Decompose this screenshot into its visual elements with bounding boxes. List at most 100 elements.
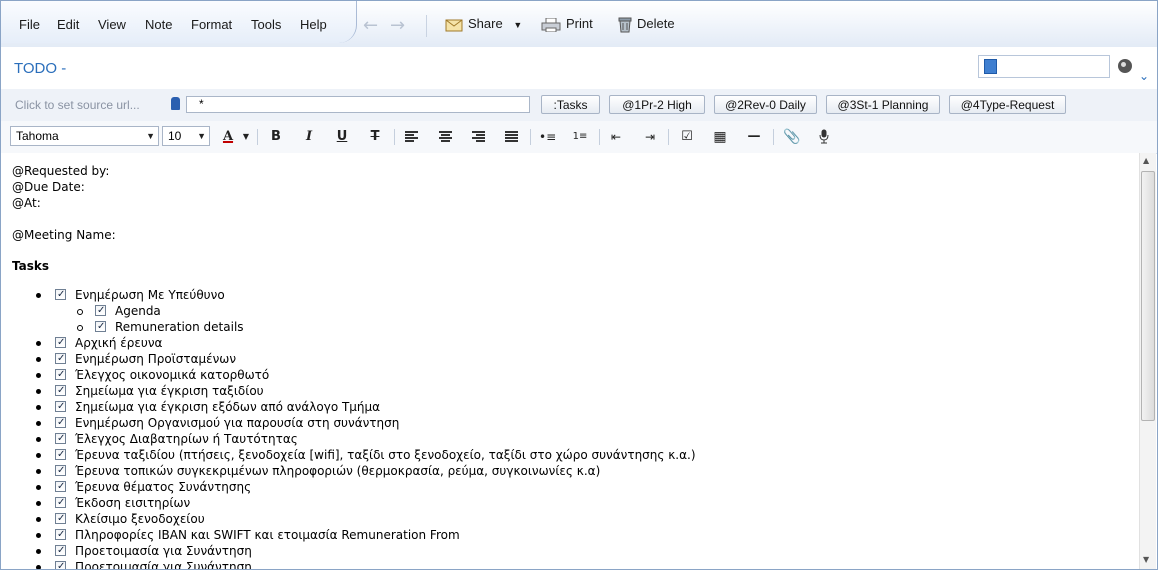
forward-arrow-icon[interactable]: → [390, 15, 405, 36]
menu-tools[interactable]: Tools [251, 17, 281, 32]
font-family-select[interactable]: Tahoma ▼ [10, 126, 159, 146]
tag-button-priority[interactable]: @1Pr-2 High [609, 95, 705, 114]
task-checkbox[interactable] [55, 351, 66, 367]
horizontal-rule-icon[interactable]: — [746, 129, 762, 145]
checkbox-icon[interactable]: ☑ [679, 129, 695, 145]
chevron-down-icon: ▼ [197, 131, 206, 141]
menu-file[interactable]: File [19, 17, 40, 32]
tag-button-review[interactable]: @2Rev-0 Daily [714, 95, 817, 114]
tag-button-tasks[interactable]: :Tasks [541, 95, 600, 114]
font-color-dropdown-icon[interactable]: ▼ [238, 129, 254, 145]
task-checkbox[interactable] [55, 511, 66, 527]
source-url-field[interactable]: Click to set source url... [15, 98, 140, 112]
toolbar-divider [599, 129, 600, 145]
font-size-select[interactable]: 10 ▼ [162, 126, 210, 146]
delete-label: Delete [637, 16, 675, 31]
task-text: Έλεγχος οικονομικά κατορθωτό [75, 368, 270, 382]
attachment-icon[interactable]: 📎 [783, 129, 800, 145]
task-text: Έρευνα θέματος Συνάντησης [75, 480, 252, 494]
task-checkbox[interactable] [55, 287, 66, 303]
task-text: Προετοιμασία για Συνάντηση [75, 560, 252, 569]
bold-icon[interactable]: B [268, 129, 284, 145]
task-checkbox[interactable] [55, 495, 66, 511]
strikethrough-icon[interactable]: T [367, 129, 383, 145]
font-family-value: Tahoma [16, 129, 59, 143]
share-button[interactable]: Share ▼ [445, 16, 522, 32]
task-checkbox[interactable] [55, 335, 66, 351]
bullet-icon [36, 405, 41, 410]
note-editor[interactable]: @Requested by: @Due Date: @At: @Meeting … [1, 153, 1139, 569]
note-title[interactable]: TODO - [14, 60, 66, 77]
task-checkbox[interactable] [95, 319, 106, 335]
bullet-icon [36, 341, 41, 346]
sub-bullet-icon [77, 325, 83, 331]
microphone-glyph [819, 129, 829, 144]
task-checkbox[interactable] [55, 431, 66, 447]
scroll-down-icon[interactable]: ▼ [1143, 555, 1149, 564]
outdent-icon[interactable]: ⇤ [608, 129, 624, 145]
menu-help[interactable]: Help [300, 17, 327, 32]
task-checkbox[interactable] [55, 463, 66, 479]
vertical-scrollbar[interactable]: ▲ ▼ [1139, 153, 1156, 569]
back-arrow-icon[interactable]: ← [363, 15, 378, 36]
bullet-icon [36, 485, 41, 490]
menu-format[interactable]: Format [191, 17, 232, 32]
notebook-icon [984, 59, 997, 74]
task-checkbox[interactable] [55, 415, 66, 431]
chevron-down-icon[interactable]: ⌄ [1139, 69, 1149, 83]
format-toolbar: Tahoma ▼ 10 ▼ A ▼ B I U T •≡ 1≡ ⇤ ⇥ ☑ ▦ … [1, 121, 1157, 154]
envelope-icon [445, 19, 463, 32]
toolbar-divider [394, 129, 395, 145]
align-center-icon[interactable] [439, 131, 452, 142]
task-checkbox[interactable] [55, 559, 66, 569]
bullet-icon [36, 421, 41, 426]
italic-icon[interactable]: I [301, 129, 317, 145]
bullet-list-icon[interactable]: •≡ [539, 129, 556, 145]
microphone-icon[interactable] [816, 129, 832, 145]
print-label: Print [566, 16, 593, 31]
table-icon[interactable]: ▦ [712, 129, 728, 145]
scrollbar-thumb[interactable] [1141, 171, 1155, 421]
sub-bullet-icon [77, 309, 83, 315]
align-left-icon[interactable] [405, 131, 418, 142]
justify-icon[interactable] [505, 131, 518, 142]
task-text: Έλεγχος Διαβατηρίων ή Ταυτότητας [75, 432, 298, 446]
task-checkbox[interactable] [55, 543, 66, 559]
printer-icon [541, 17, 561, 32]
chevron-down-icon: ▼ [146, 131, 155, 141]
meta-at: @At: [12, 196, 41, 210]
tag-icon [171, 97, 180, 110]
task-text: Ενημέρωση Οργανισμού για παρουσία στη συ… [75, 416, 400, 430]
menu-edit[interactable]: Edit [57, 17, 79, 32]
task-checkbox[interactable] [55, 527, 66, 543]
menu-view[interactable]: View [98, 17, 126, 32]
indent-icon[interactable]: ⇥ [642, 129, 658, 145]
tag-button-status[interactable]: @3St-1 Planning [826, 95, 940, 114]
toolbar-divider [257, 129, 258, 145]
tags-input[interactable]: * [186, 96, 530, 113]
task-text: Έρευνα ταξιδίου (πτήσεις, ξενοδοχεία [wi… [75, 448, 696, 462]
font-color-icon[interactable]: A [220, 129, 236, 145]
task-checkbox[interactable] [55, 447, 66, 463]
align-right-icon[interactable] [472, 131, 485, 142]
tag-button-type[interactable]: @4Type-Request [949, 95, 1066, 114]
task-checkbox[interactable] [55, 479, 66, 495]
print-button[interactable]: Print [541, 16, 593, 32]
share-dropdown-icon[interactable]: ▼ [513, 20, 522, 30]
toolbar-divider [668, 129, 669, 145]
numbered-list-icon[interactable]: 1≡ [572, 129, 588, 145]
meta-due-date: @Due Date: [12, 180, 85, 194]
meta-requested-by: @Requested by: [12, 164, 110, 178]
underline-icon[interactable]: U [334, 129, 350, 145]
notebook-selector[interactable] [978, 55, 1110, 78]
task-checkbox[interactable] [55, 399, 66, 415]
task-text: Agenda [115, 304, 161, 318]
menu-note[interactable]: Note [145, 17, 172, 32]
task-checkbox[interactable] [55, 383, 66, 399]
task-checkbox[interactable] [55, 367, 66, 383]
scroll-up-icon[interactable]: ▲ [1143, 156, 1149, 165]
meta-meeting-name: @Meeting Name: [12, 228, 116, 242]
task-checkbox[interactable] [95, 303, 106, 319]
delete-button[interactable]: Delete [618, 16, 675, 33]
globe-icon[interactable] [1118, 59, 1132, 73]
